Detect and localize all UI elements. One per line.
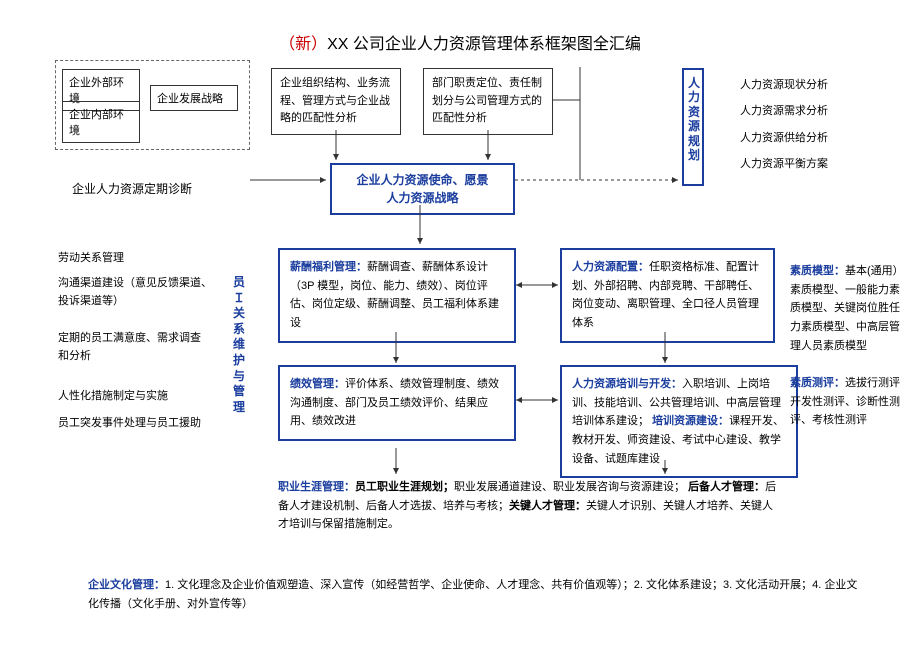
emp-relation-vert: 员Ｉ关系维护与管理 — [232, 275, 246, 415]
box-dept-analysis: 部门职责定位、责任制划分与公司管理方式的匹配性分析 — [423, 68, 553, 135]
center-line2: 人力资源战略 — [338, 189, 507, 207]
competency-assess: 素质测评：选拔行测评开发性测评、诊断性测评、考核性测评 — [790, 374, 905, 430]
mb4-h1: 人力资源培训与开发： — [572, 378, 682, 390]
env-group: 企业外部环境 企业内部环境 企业发展战略 — [55, 60, 250, 150]
box-compensation: 薪酬福利管理：薪酬调查、薪酬体系设计（3P 模型，岗位、能力、绩效）、岗位评估、… — [278, 248, 516, 343]
left-survey: 定期的员工满意度、需求调查和分析 — [58, 330, 208, 365]
career-s1: 员工职业生涯规划； — [355, 481, 454, 493]
center-line1: 企业人力资源使命、愿景 — [338, 171, 507, 189]
center-mission: 企业人力资源使命、愿景 人力资源战略 — [330, 163, 515, 215]
mb4-h2: 培训资源建设： — [652, 415, 729, 427]
mb1-head: 薪酬福利管理： — [290, 261, 367, 273]
left-labor: 劳动关系管理 — [58, 250, 124, 268]
plan-item-3: 人力资源供给分析 — [740, 125, 828, 151]
box-org-analysis: 企业组织结构、业务流程、管理方式与企业战略的匹配性分析 — [271, 68, 401, 135]
title-prefix: （新） — [279, 36, 327, 53]
corp-culture: 企业文化管理：1. 文化理念及企业价值观塑造、深入宣传（如经营哲学、企业使命、人… — [88, 576, 858, 613]
left-humane: 人性化措施制定与实施 — [58, 388, 168, 406]
plan-item-1: 人力资源现状分析 — [740, 72, 828, 98]
box-int-env: 企业内部环境 — [62, 101, 140, 143]
rd2-head: 素质测评： — [790, 377, 845, 389]
competency-model: 素质模型：基本(通用）素质模型、一般能力素质模型、关键岗位胜任力素质模型、中高层… — [790, 262, 905, 355]
mb2-head: 人力资源配置： — [572, 261, 649, 273]
career-b1: 职业发展通道建设、职业发展咨询与资源建设； — [454, 481, 685, 493]
title-main: XX 公司企业人力资源管理体系框架图全汇编 — [327, 36, 641, 53]
box-hr-config: 人力资源配置：任职资格标准、配置计划、外部招聘、内部竞聘、干部聘任、岗位变动、离… — [560, 248, 775, 343]
page-title: （新）XX 公司企业人力资源管理体系框架图全汇编 — [0, 30, 920, 54]
left-emergency: 员工突发事件处理与员工援助 — [58, 415, 208, 433]
rd1-head: 素质模型： — [790, 265, 845, 277]
culture-body: 1. 文化理念及企业价值观塑造、深入宣传（如经营哲学、企业使命、人才理念、共有价… — [88, 579, 857, 610]
career-h3: 关键人才管理： — [509, 500, 586, 512]
career-h2: 后备人才管理： — [688, 481, 765, 493]
plan-item-2: 人力资源需求分析 — [740, 98, 828, 124]
planning-items: 人力资源现状分析 人力资源需求分析 人力资源供给分析 人力资源平衡方案 — [740, 72, 828, 178]
box-performance: 绩效管理：评价体系、绩效管理制度、绩效沟通制度、部门及员工绩效评价、结果应用、绩… — [278, 365, 516, 441]
plan-item-4: 人力资源平衡方案 — [740, 151, 828, 177]
box-dev-strategy: 企业发展战略 — [150, 85, 238, 111]
periodic-diagnosis: 企业人力资源定期诊断 — [72, 180, 192, 197]
mb3-head: 绩效管理： — [290, 378, 345, 390]
career-h1: 职业生涯管理： — [278, 481, 355, 493]
culture-head: 企业文化管理： — [88, 579, 165, 591]
left-comm: 沟通渠道建设（意见反馈渠道、投诉渠道等） — [58, 275, 218, 310]
hr-planning: 人力资源规划 — [682, 68, 704, 186]
rd1-body: 基本(通用）素质模型、一般能力素质模型、关键岗位胜任力素质模型、中高层管理人员素… — [790, 265, 904, 352]
box-training: 人力资源培训与开发：入职培训、上岗培训、技能培训、公共管理培训、中高层管理培训体… — [560, 365, 798, 478]
career-mgmt: 职业生涯管理：员工职业生涯规划；职业发展通道建设、职业发展咨询与资源建设； 后备… — [278, 478, 778, 534]
